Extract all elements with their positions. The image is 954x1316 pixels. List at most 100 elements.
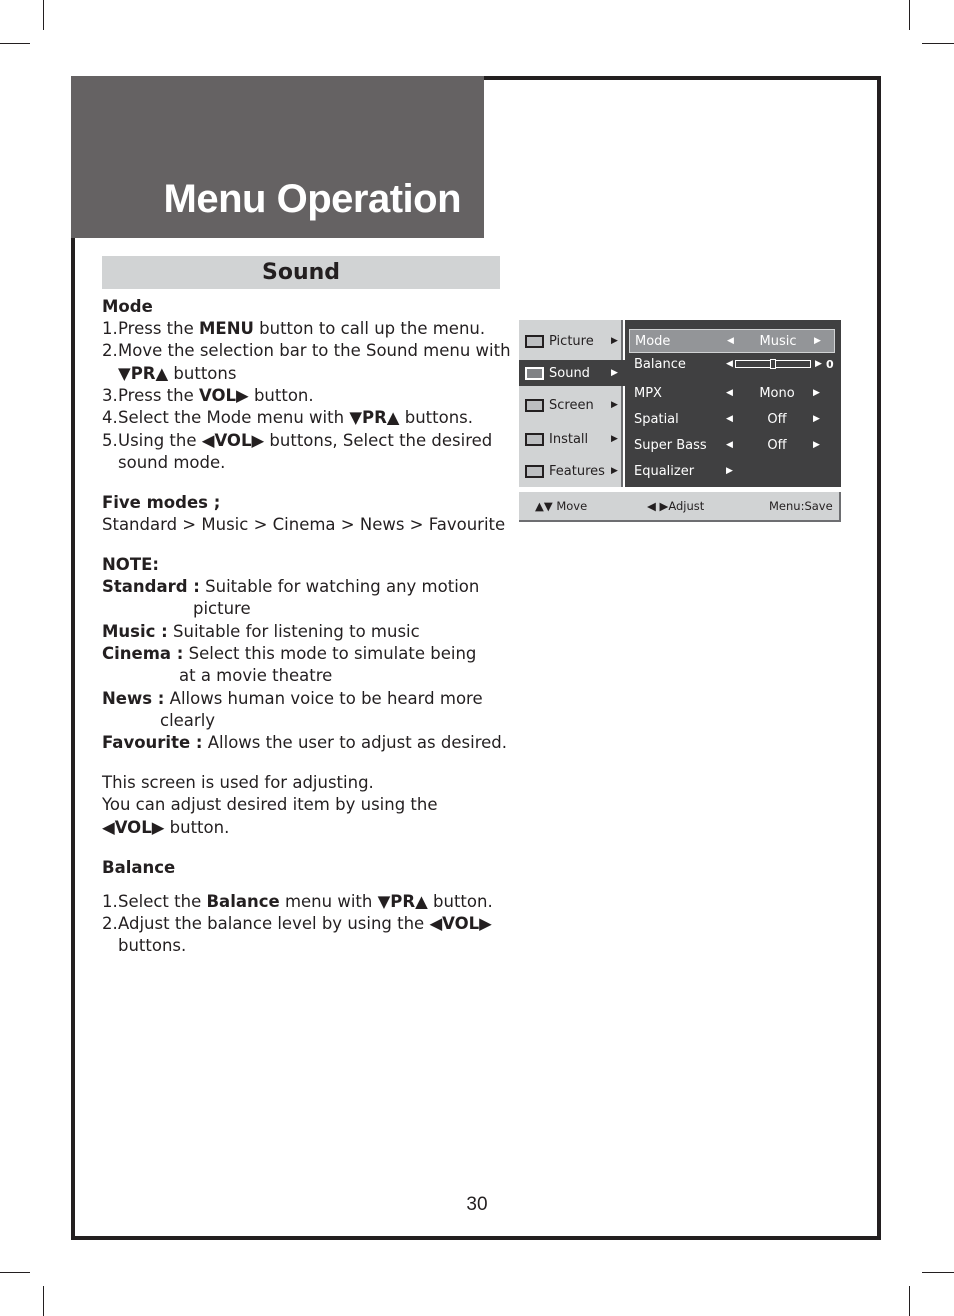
balance-step-cont: buttons.	[118, 936, 187, 955]
note-item-cont: at a movie theatre	[179, 666, 333, 685]
mode-step-cont: ▼PR▲ buttons	[102, 363, 236, 385]
balance-step: 1.Select the Balance menu with ▼PR▲ butt…	[102, 891, 493, 913]
chevron-right-icon: ▶	[813, 388, 820, 398]
tools-icon	[524, 463, 546, 479]
step-text: Move the selection bar to the Sound menu…	[118, 341, 511, 360]
adjust-text: This screen is used for adjusting.	[102, 773, 374, 792]
step-text: Press the	[118, 386, 199, 405]
osd-item-value: Mono	[759, 385, 795, 401]
osd-item-equalizer[interactable]: Equalizer ▶	[629, 459, 835, 483]
note-desc: Suitable for listening to music	[167, 622, 420, 641]
osd-category-label: Picture	[549, 333, 594, 349]
crop-mark	[43, 1286, 44, 1316]
step-number: 2.	[102, 914, 118, 933]
step-text: buttons.	[399, 408, 474, 427]
note-item: News : Allows human voice to be heard mo…	[102, 688, 483, 710]
balance-step: 2.Adjust the balance level by using the …	[102, 913, 492, 935]
balance-heading: Balance	[102, 858, 176, 877]
osd-category-screen[interactable]: Screen ▶	[519, 392, 625, 418]
step-text: Adjust the balance level by using the	[118, 914, 430, 933]
mode-step: 3.Press the VOL▶ button.	[102, 385, 314, 407]
note-item-cont: clearly	[160, 711, 216, 730]
step-number: 2.	[102, 341, 118, 360]
osd-item-value: Music	[759, 333, 797, 349]
crop-mark	[922, 1272, 954, 1273]
osd-footer: ▲▼ Move ◀ ▶Adjust Menu:Save	[519, 492, 841, 522]
chevron-right-icon: ▶	[611, 466, 618, 476]
step-keyword: ◀VOL▶	[429, 914, 492, 933]
osd-item-label: Spatial	[634, 411, 679, 427]
osd-item-mode[interactable]: Mode ◀ Music ▶	[629, 329, 835, 353]
section-title: Sound	[261, 260, 341, 285]
step-keyword: ▼PR▲	[118, 364, 169, 383]
page-number: 30	[466, 1194, 488, 1215]
osd-item-label: Mode	[635, 333, 671, 349]
mode-step-cont: sound mode.	[118, 453, 226, 472]
page-title: Menu Operation	[163, 177, 462, 221]
step-keyword: ▼PR▲	[349, 408, 400, 427]
step-text: Using the	[118, 431, 202, 450]
note-item-cont: picture	[193, 599, 251, 618]
osd-item-label: Super Bass	[634, 437, 707, 453]
note-term: News :	[102, 689, 165, 708]
osd-item-balance[interactable]: Balance ◀ ▶ 0	[629, 352, 835, 376]
step-number: 4.	[102, 408, 118, 427]
osd-item-label: MPX	[634, 385, 662, 401]
step-text: Select the	[118, 892, 207, 911]
step-text: menu with	[279, 892, 378, 911]
crop-mark	[0, 43, 30, 44]
mode-step: 5.Using the ◀VOL▶ buttons, Select the de…	[102, 430, 492, 452]
crop-mark	[909, 1286, 910, 1316]
osd-category-label: Features	[549, 463, 605, 479]
note-term: Cinema :	[102, 644, 184, 663]
step-keyword: ◀VOL▶	[102, 818, 165, 837]
osd-item-label: Balance	[634, 356, 686, 372]
balance-slider-thumb[interactable]	[770, 359, 776, 369]
note-desc: Allows human voice to be heard more	[164, 689, 483, 708]
chevron-left-icon: ◀	[727, 336, 734, 346]
five-modes-heading: Five modes ;	[102, 493, 221, 512]
adjust-text: ◀VOL▶ button.	[102, 817, 229, 839]
step-number: 3.	[102, 386, 118, 405]
crop-mark	[43, 0, 44, 30]
monitor-icon	[524, 431, 546, 447]
osd-category-picture[interactable]: Picture ▶	[519, 328, 625, 354]
step-keyword: ▼PR▲	[377, 892, 428, 911]
step-text: buttons	[168, 364, 237, 383]
step-keyword: ◀VOL▶	[201, 431, 265, 450]
osd-category-sound[interactable]: Sound ▶	[519, 360, 625, 386]
osd-item-mpx[interactable]: MPX ◀ Mono ▶	[629, 381, 835, 405]
osd-hint-move: ▲▼ Move	[535, 499, 588, 513]
step-number: 1.	[102, 319, 118, 338]
osd-category-features[interactable]: Features ▶	[519, 458, 625, 484]
osd-item-spatial[interactable]: Spatial ◀ Off ▶	[629, 407, 835, 431]
note-item: Cinema : Select this mode to simulate be…	[102, 643, 476, 665]
note-desc: Allows the user to adjust as desired.	[202, 733, 507, 752]
note-term: Favourite :	[102, 733, 203, 752]
step-text: button.	[164, 818, 230, 837]
chevron-right-icon: ▶	[815, 359, 822, 369]
section-heading: Sound	[102, 256, 500, 289]
note-desc: Select this mode to simulate being	[183, 644, 477, 663]
step-keyword: MENU	[199, 319, 254, 338]
mode-step: 1.Press the MENU button to call up the m…	[102, 318, 485, 340]
chevron-right-icon: ▶	[813, 440, 820, 450]
screen-icon	[524, 397, 546, 413]
osd-sound-menu: Picture ▶ Sound ▶ Screen ▶ Install ▶ Fea…	[519, 320, 841, 522]
osd-hint-adjust: ◀ ▶Adjust	[647, 499, 705, 513]
step-text: button to call up the menu.	[253, 319, 486, 338]
osd-item-super-bass[interactable]: Super Bass ◀ Off ▶	[629, 433, 835, 457]
step-keyword: VOL▶	[199, 386, 249, 405]
note-item: Standard : Suitable for watching any mot…	[102, 576, 479, 598]
chevron-right-icon: ▶	[813, 414, 820, 424]
osd-category-install[interactable]: Install ▶	[519, 426, 625, 452]
chevron-right-icon: ▶	[814, 336, 821, 346]
osd-item-value: Off	[767, 437, 787, 453]
chevron-left-icon: ◀	[726, 359, 733, 369]
mode-step: 4.Select the Mode menu with ▼PR▲ buttons…	[102, 407, 473, 429]
chevron-left-icon: ◀	[726, 388, 733, 398]
speaker-icon	[524, 365, 546, 381]
chevron-right-icon: ▶	[726, 466, 733, 476]
balance-slider[interactable]	[735, 359, 811, 369]
step-text: Select the Mode menu with	[118, 408, 350, 427]
